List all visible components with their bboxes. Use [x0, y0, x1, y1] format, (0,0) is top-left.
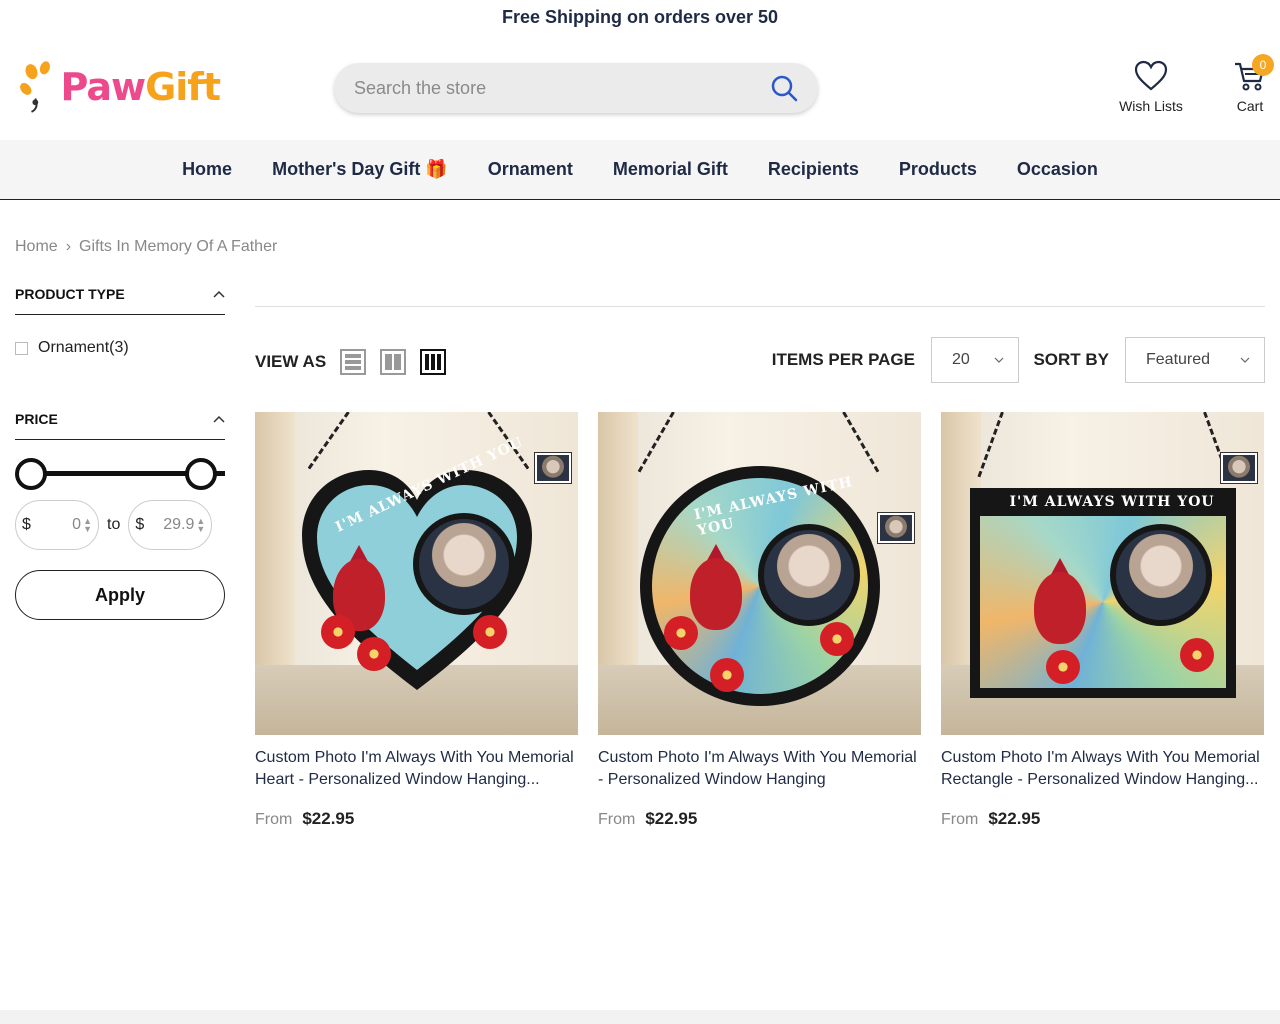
product-image[interactable]: I'M ALWAYS WITH YOU — [941, 412, 1264, 735]
nav-home[interactable]: Home — [182, 159, 232, 180]
slider-max-handle[interactable] — [185, 458, 217, 490]
price-to-label: to — [107, 516, 121, 533]
price-from-label: From — [598, 811, 636, 828]
product-price: From $22.95 — [941, 809, 1264, 829]
product-card[interactable]: I'M ALWAYS WITH YOU Custom Photo I'm Alw… — [941, 412, 1264, 829]
product-type-heading: PRODUCT TYPE — [15, 286, 125, 302]
price-from-label: From — [255, 811, 293, 828]
nav-occasion[interactable]: Occasion — [1017, 159, 1098, 180]
rectangle-ornament: I'M ALWAYS WITH YOU — [969, 487, 1236, 698]
nav-ornament[interactable]: Ornament — [488, 159, 573, 180]
view-as-group: VIEW AS — [255, 349, 447, 375]
nav-recipients[interactable]: Recipients — [768, 159, 859, 180]
cart-count-badge: 0 — [1252, 54, 1274, 76]
sort-by-label: SORT BY — [1033, 350, 1109, 369]
chevron-up-icon[interactable] — [213, 290, 225, 298]
heart-ornament: I'M ALWAYS WITH YOU — [297, 434, 537, 695]
product-title[interactable]: Custom Photo I'm Always With You Memoria… — [941, 747, 1264, 791]
currency-symbol: $ — [135, 516, 145, 533]
photo-thumbnail — [1220, 452, 1258, 484]
product-price: From $22.95 — [598, 809, 921, 829]
breadcrumb: Home › Gifts In Memory Of A Father — [15, 238, 277, 256]
announcement-text: Free Shipping on orders over 50 — [501, 6, 779, 27]
grid-3-view-icon[interactable] — [420, 349, 447, 375]
product-image-text: I'M ALWAYS WITH YOU — [1009, 493, 1215, 510]
announcement-bar: Free Shipping on orders over 50 — [0, 0, 1280, 34]
circle-ornament: I'M ALWAYS WITH YOU — [639, 466, 880, 707]
price-max-value[interactable]: 29.9 — [152, 516, 194, 534]
sort-by-group: SORT BY Featured — [1033, 337, 1265, 383]
price-from-label: From — [941, 811, 979, 828]
product-type-header[interactable]: PRODUCT TYPE — [15, 280, 225, 315]
checkbox[interactable] — [15, 341, 28, 355]
list-view-icon[interactable] — [340, 349, 367, 375]
price-amount: $22.95 — [645, 809, 698, 828]
wishlist-label: Wish Lists — [1119, 98, 1183, 114]
stepper-icon[interactable]: ▲ ▼ — [83, 517, 92, 534]
price-min-field[interactable]: $ 0 ▲ ▼ — [15, 500, 99, 550]
breadcrumb-home[interactable]: Home — [15, 238, 58, 256]
product-grid: I'M ALWAYS WITH YOU Custom Photo I'm Alw… — [255, 412, 1264, 829]
nav-memorial-gift[interactable]: Memorial Gift — [613, 159, 728, 180]
price-amount: $22.95 — [988, 809, 1041, 828]
currency-symbol: $ — [22, 516, 31, 533]
price-min-value[interactable]: 0 — [39, 516, 81, 534]
wishlist-link[interactable]: Wish Lists — [1118, 60, 1184, 114]
chevron-down-icon — [1240, 357, 1250, 363]
site-header: PawGift Wish Lists 0 Cart — [0, 44, 1280, 140]
main-nav: Home Mother's Day Gift 🎁 Ornament Memori… — [0, 140, 1280, 200]
nav-products[interactable]: Products — [899, 159, 977, 180]
product-listing: VIEW AS ITEMS PER PAGE 20 SORT BY Featur… — [255, 306, 1265, 828]
photo-thumbnail — [534, 452, 572, 484]
product-image[interactable]: I'M ALWAYS WITH YOU — [255, 412, 578, 735]
breadcrumb-separator: › — [65, 238, 72, 255]
price-max-field[interactable]: $ 29.9 ▲ ▼ — [128, 500, 213, 550]
chevron-down-icon — [994, 357, 1004, 363]
price-header[interactable]: PRICE — [15, 405, 225, 440]
search-input[interactable] — [354, 77, 770, 99]
product-title[interactable]: Custom Photo I'm Always With You Memoria… — [598, 747, 921, 791]
price-heading: PRICE — [15, 411, 58, 427]
sort-by-select[interactable]: Featured — [1125, 337, 1265, 383]
chevron-up-icon[interactable] — [213, 415, 225, 423]
sort-by-value: Featured — [1146, 351, 1211, 368]
logo[interactable]: PawGift — [20, 52, 221, 122]
cart-link[interactable]: 0 Cart — [1222, 54, 1278, 114]
product-card[interactable]: I'M ALWAYS WITH YOU Custom Photo I'm Alw… — [598, 412, 921, 829]
cart-label: Cart — [1236, 98, 1264, 114]
product-image[interactable]: I'M ALWAYS WITH YOU — [598, 412, 921, 735]
logo-text: PawGift — [60, 65, 221, 109]
items-per-page-group: ITEMS PER PAGE 20 — [772, 337, 1019, 383]
heart-icon — [1134, 60, 1168, 91]
slider-min-handle[interactable] — [15, 458, 47, 490]
search-bar[interactable] — [334, 63, 818, 113]
price-inputs: $ 0 ▲ ▼ to $ 29.9 ▲ ▼ — [15, 500, 225, 550]
items-per-page-select[interactable]: 20 — [931, 337, 1019, 383]
filter-sidebar: PRODUCT TYPE Ornament(3) PRICE $ 0 ▲ ▼ to… — [15, 280, 225, 620]
filter-option-ornament[interactable]: Ornament(3) — [15, 339, 225, 357]
grid-2-view-icon[interactable] — [380, 349, 407, 375]
product-price: From $22.95 — [255, 809, 578, 829]
price-range-slider[interactable] — [15, 454, 225, 494]
product-title[interactable]: Custom Photo I'm Always With You Memoria… — [255, 747, 578, 791]
items-per-page-label: ITEMS PER PAGE — [771, 350, 915, 369]
price-amount: $22.95 — [302, 809, 355, 828]
footer-strip — [0, 1010, 1280, 1024]
view-as-label: VIEW AS — [255, 352, 327, 371]
filter-option-label: Ornament(3) — [38, 339, 129, 356]
items-per-page-value: 20 — [952, 351, 970, 368]
paw-logo-icon — [20, 61, 50, 113]
product-card[interactable]: I'M ALWAYS WITH YOU Custom Photo I'm Alw… — [255, 412, 578, 829]
photo-thumbnail — [877, 512, 915, 544]
search-icon[interactable] — [770, 74, 798, 102]
apply-button[interactable]: Apply — [15, 570, 225, 620]
stepper-icon[interactable]: ▲ ▼ — [196, 517, 205, 534]
listing-toolbar: VIEW AS ITEMS PER PAGE 20 SORT BY Featur… — [255, 307, 1265, 407]
breadcrumb-current: Gifts In Memory Of A Father — [79, 238, 278, 255]
nav-mothers-day-gift[interactable]: Mother's Day Gift 🎁 — [272, 159, 448, 180]
